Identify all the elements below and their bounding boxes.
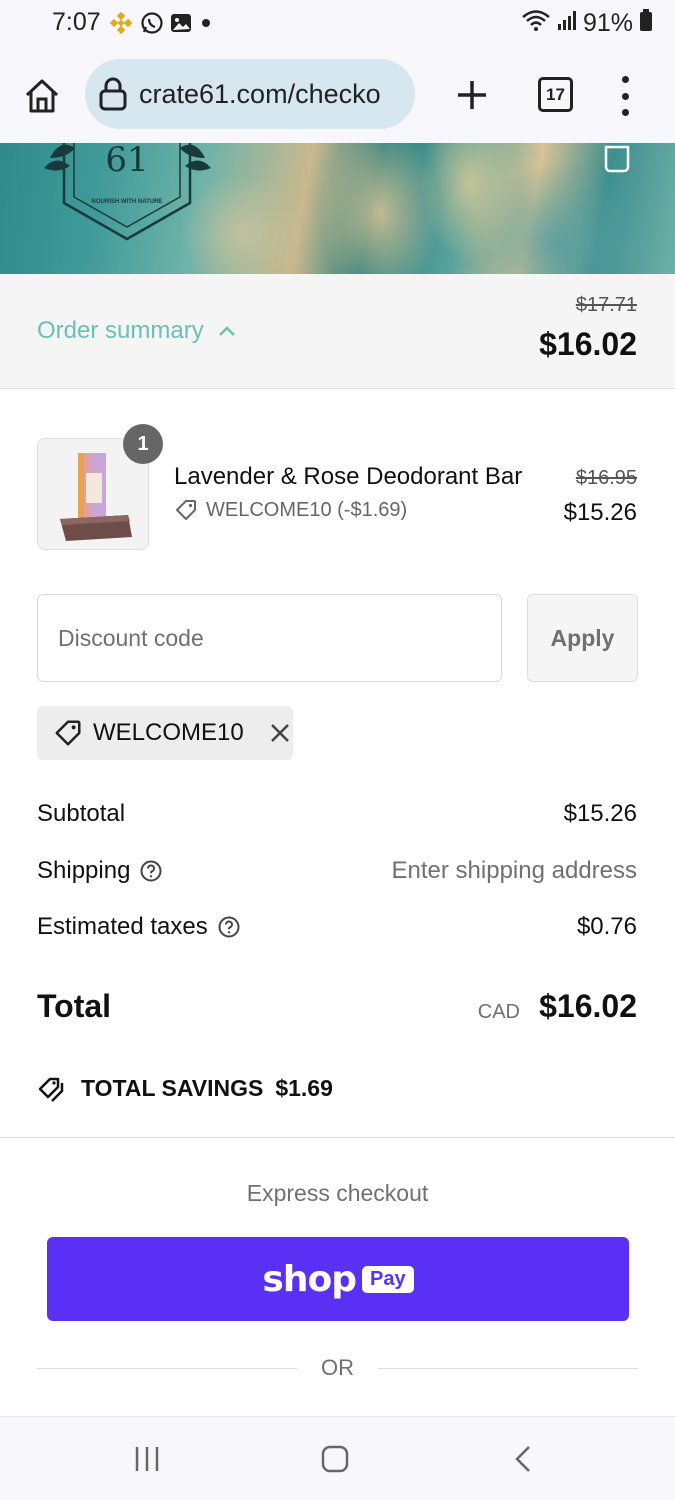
tabs-button[interactable]: 17	[538, 77, 573, 112]
crate61-logo[interactable]: 61 NOURISH WITH NATURE	[40, 143, 215, 243]
summary-total: $16.02	[539, 326, 637, 362]
shipping-label: Shipping	[37, 857, 162, 885]
discount-code-input[interactable]	[37, 594, 502, 682]
wifi-icon	[521, 8, 551, 39]
cart-bag-icon[interactable]	[602, 143, 632, 173]
order-summary-bar: Order summary $17.71 $16.02	[0, 274, 675, 389]
new-tab-button[interactable]	[452, 73, 492, 117]
product-name: Lavender & Rose Deodorant Bar	[174, 463, 523, 490]
dot-icon	[198, 15, 214, 36]
status-bar: 7:07 91%	[0, 0, 675, 48]
or-divider-left	[37, 1368, 297, 1369]
total-savings: TOTAL SAVINGS $1.69	[37, 1073, 333, 1103]
taxes-label-text: Estimated taxes	[37, 913, 208, 940]
logo-tagline: NOURISH WITH NATURE	[92, 199, 163, 205]
product-discount: WELCOME10 (-$1.69)	[174, 498, 407, 522]
whatsapp-icon	[140, 11, 164, 40]
more-vert-icon[interactable]	[612, 76, 638, 116]
remove-code-button[interactable]	[268, 721, 292, 745]
recents-button[interactable]	[125, 1437, 169, 1481]
binance-icon	[108, 10, 134, 41]
shop-pay-logo-text: shop	[262, 1258, 357, 1300]
shipping-value: Enter shipping address	[391, 857, 637, 884]
plus-icon	[458, 81, 486, 109]
signal-icon	[557, 9, 577, 38]
total-value: $16.02	[539, 988, 637, 1024]
back-icon	[515, 1446, 530, 1472]
tag-icon	[176, 500, 196, 520]
status-right: 91%	[521, 8, 653, 39]
savings-tag-icon	[38, 1077, 64, 1102]
original-total: $17.71	[575, 294, 637, 316]
product-discount-text: WELCOME10 (-$1.69)	[206, 498, 408, 521]
gallery-icon	[170, 12, 192, 39]
battery-icon	[639, 8, 653, 39]
battery-percent: 91%	[582, 9, 633, 37]
store-banner: 61 NOURISH WITH NATURE	[0, 143, 675, 274]
section-divider	[0, 1137, 675, 1138]
home-button[interactable]	[20, 74, 64, 118]
home-nav-icon	[321, 1445, 349, 1473]
order-summary-label: Order summary	[37, 317, 204, 344]
shop-pay-button[interactable]: shop Pay	[47, 1237, 629, 1321]
system-nav-bar	[0, 1416, 675, 1500]
product-original-price: $16.95	[575, 467, 637, 489]
help-icon[interactable]	[140, 860, 162, 882]
apply-button[interactable]: Apply	[527, 594, 638, 682]
or-divider-right	[378, 1368, 638, 1369]
notification-icons	[108, 10, 214, 41]
subtotal-value: $15.26	[563, 800, 637, 827]
tag-icon	[55, 720, 81, 746]
total-label: Total	[37, 988, 112, 1024]
product-price: $15.26	[563, 499, 637, 526]
order-summary-toggle[interactable]: Order summary	[37, 317, 236, 345]
back-button[interactable]	[502, 1437, 546, 1481]
express-checkout-label: Express checkout	[246, 1180, 429, 1206]
quantity-badge: 1	[123, 424, 163, 464]
recents-icon	[135, 1447, 159, 1471]
taxes-value: $0.76	[576, 913, 637, 940]
shipping-label-text: Shipping	[37, 857, 131, 884]
subtotal-label-text: Subtotal	[37, 800, 126, 827]
close-icon	[270, 724, 289, 742]
savings-label: TOTAL SAVINGS	[81, 1074, 264, 1101]
url-text: crate61.com/checko	[139, 78, 381, 109]
browser-toolbar: crate61.com/checko 17	[0, 48, 675, 143]
chevron-up-icon	[218, 326, 235, 336]
help-icon[interactable]	[218, 916, 240, 938]
url-bar[interactable]: crate61.com/checko	[85, 59, 415, 129]
savings-value: $1.69	[275, 1074, 333, 1101]
home-icon	[25, 79, 59, 113]
or-text: OR	[321, 1355, 354, 1380]
applied-code-text: WELCOME10	[93, 719, 244, 746]
total-currency: CAD	[477, 1001, 520, 1023]
logo-number: 61	[105, 143, 148, 180]
applied-code-chip: WELCOME10	[37, 706, 293, 760]
shop-pay-pay-text: Pay	[361, 1265, 414, 1293]
lock-icon	[97, 77, 129, 111]
taxes-label: Estimated taxes	[37, 913, 240, 941]
tab-count: 17	[546, 84, 565, 104]
home-nav-button[interactable]	[313, 1437, 357, 1481]
subtotal-label: Subtotal	[37, 800, 125, 828]
status-time: 7:07	[52, 8, 101, 36]
